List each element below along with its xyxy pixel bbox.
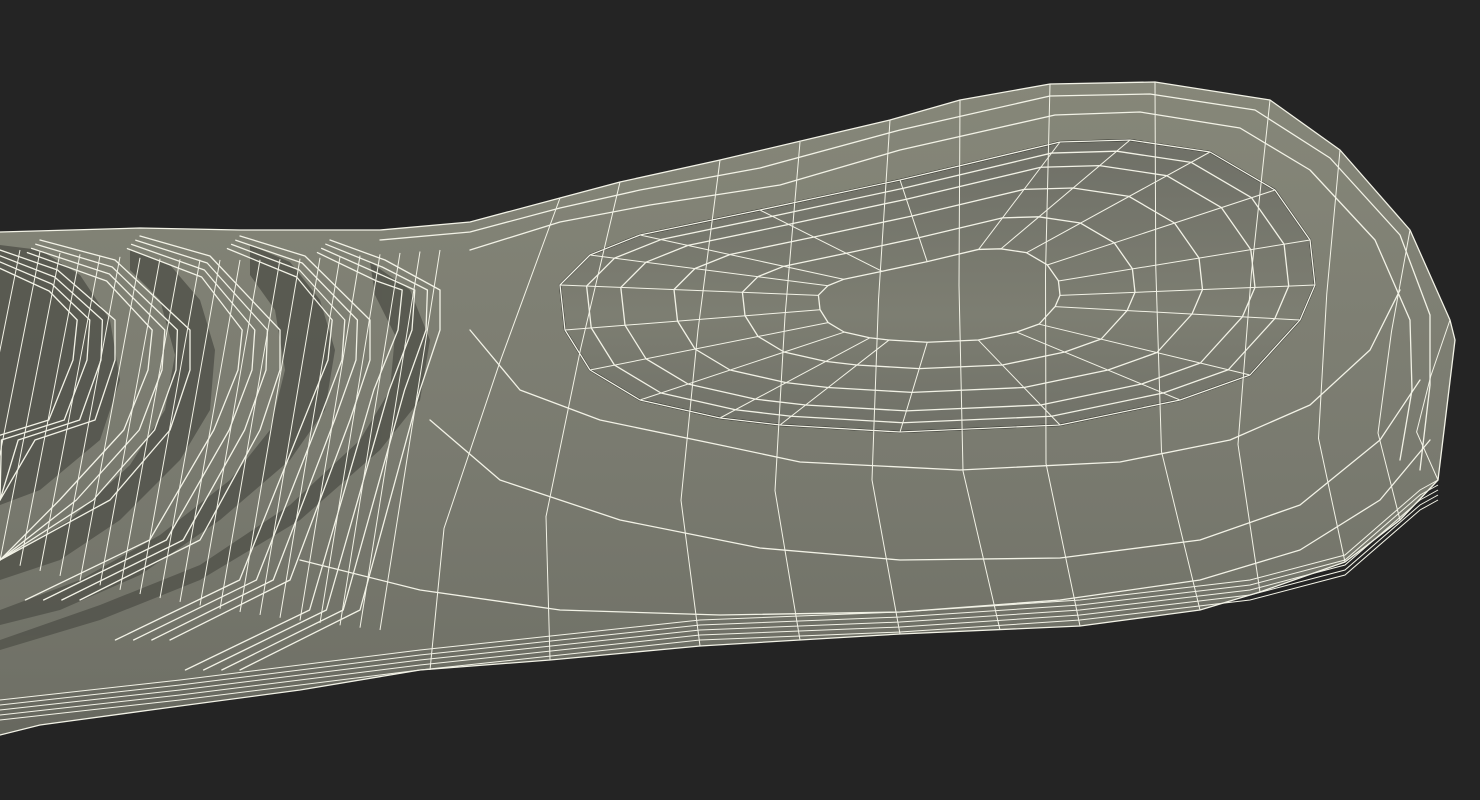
viewport[interactable] [0, 0, 1480, 800]
wireframe-render [0, 81, 1456, 736]
